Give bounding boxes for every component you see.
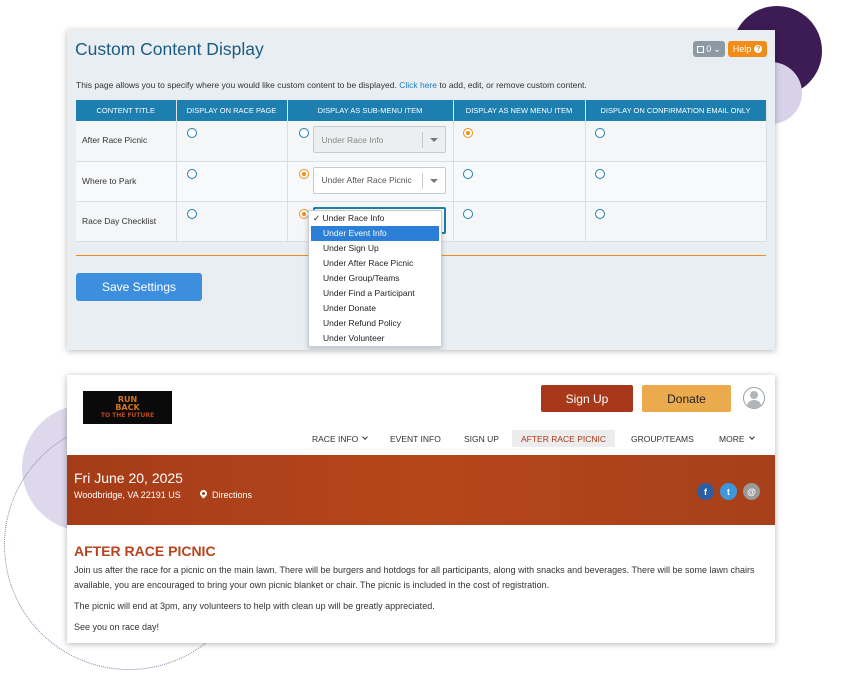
- intro-rest: to add, edit, or remove custom content.: [439, 80, 587, 90]
- directions-link[interactable]: Directions: [212, 490, 252, 500]
- logo-line: TO THE FUTURE: [100, 412, 155, 419]
- chevron-down-icon: [748, 434, 755, 440]
- dropdown-option[interactable]: Under Volunteer: [309, 331, 441, 346]
- dropdown-option[interactable]: Under Find a Participant: [309, 286, 441, 301]
- submenu-dropdown-list: ✓ Under Race Info Under Event Info Under…: [308, 210, 442, 347]
- nav-label: SIGN UP: [464, 433, 499, 444]
- dropdown-option-checked[interactable]: ✓ Under Race Info: [309, 211, 441, 226]
- save-settings-button[interactable]: Save Settings: [76, 273, 202, 301]
- submenu-select[interactable]: Under Race Info: [312, 126, 446, 153]
- confirmation-email-radio[interactable]: [594, 208, 605, 219]
- new-menu-radio[interactable]: [462, 208, 473, 219]
- column-header: DISPLAY AS SUB-MENU ITEM: [287, 100, 454, 121]
- nav-event-info[interactable]: EVENT INFO: [390, 430, 441, 447]
- race-page-radio[interactable]: [186, 208, 197, 219]
- dropdown-option[interactable]: Under Donate: [309, 301, 441, 316]
- column-header: DISPLAY ON CONFIRMATION EMAIL ONLY: [585, 100, 767, 121]
- nav-group-teams[interactable]: GROUP/TEAMS: [631, 430, 694, 447]
- content-count-button[interactable]: 0 ⌄: [693, 41, 725, 57]
- event-location: Woodbridge, VA 22191 US: [74, 490, 181, 500]
- page-title: Custom Content Display: [75, 39, 264, 59]
- confirmation-email-radio[interactable]: [594, 128, 605, 138]
- nav-label: RACE INFO: [312, 433, 359, 444]
- dropdown-option[interactable]: Under After Race Picnic: [309, 256, 441, 271]
- submenu-radio[interactable]: [298, 128, 309, 138]
- email-icon[interactable]: @: [743, 483, 760, 500]
- list-icon: [697, 45, 705, 53]
- race-logo[interactable]: RUN BACK TO THE FUTURE: [83, 391, 172, 424]
- intro-text: This page allows you to specify where yo…: [76, 80, 587, 90]
- table-row: After Race Picnic Under Race Info: [76, 121, 767, 162]
- map-pin-icon: [198, 488, 209, 499]
- submenu-radio[interactable]: [298, 168, 309, 179]
- dropdown-option[interactable]: Under Group/Teams: [309, 271, 441, 286]
- custom-content-admin-panel: Custom Content Display 0 ⌄ Help ? This p…: [67, 30, 775, 350]
- new-menu-radio[interactable]: [462, 128, 473, 138]
- column-header: CONTENT TITLE: [76, 100, 177, 121]
- help-button[interactable]: Help ?: [728, 41, 767, 57]
- event-date: Fri June 20, 2025: [74, 470, 183, 486]
- nav-race-info[interactable]: RACE INFO: [312, 430, 369, 447]
- logo-line: BACK: [115, 403, 140, 412]
- new-menu-radio[interactable]: [462, 168, 473, 179]
- content-title-cell: Race Day Checklist: [76, 201, 177, 242]
- click-here-link[interactable]: Click here: [399, 80, 437, 90]
- nav-after-race-picnic[interactable]: AFTER RACE PICNIC: [512, 430, 616, 447]
- race-page-radio[interactable]: [186, 168, 197, 179]
- chevron-down-icon: [429, 138, 438, 142]
- event-banner: Fri June 20, 2025 Woodbridge, VA 22191 U…: [67, 455, 775, 525]
- content-paragraph: The picnic will end at 3pm, any voluntee…: [74, 601, 435, 611]
- table-header-row: CONTENT TITLE DISPLAY ON RACE PAGE DISPL…: [76, 100, 767, 121]
- nav-label: EVENT INFO: [390, 433, 441, 444]
- submenu-radio[interactable]: [298, 208, 309, 219]
- table-row: Where to Park Under After Race Picnic: [76, 161, 767, 202]
- confirmation-email-radio[interactable]: [594, 168, 605, 179]
- race-site-preview: RUN BACK TO THE FUTURE Sign Up Donate RA…: [67, 375, 775, 643]
- chevron-down-icon: [429, 178, 438, 183]
- help-label: Help: [732, 44, 752, 54]
- race-page-radio[interactable]: [186, 128, 197, 138]
- twitter-icon[interactable]: t: [720, 483, 737, 500]
- chevron-down-icon: [362, 434, 369, 440]
- nav-label: AFTER RACE PICNIC: [521, 433, 607, 444]
- user-avatar-icon[interactable]: [743, 387, 765, 409]
- nav-more[interactable]: MORE: [719, 430, 755, 447]
- content-title-cell: After Race Picnic: [76, 121, 177, 162]
- nav-label: MORE: [719, 433, 745, 444]
- submenu-select-value: Under Race Info: [321, 134, 384, 145]
- submenu-select-value: Under After Race Picnic: [321, 175, 412, 185]
- content-paragraph: See you on race day!: [74, 622, 160, 632]
- nav-sign-up[interactable]: SIGN UP: [464, 430, 499, 447]
- donate-button[interactable]: Donate: [642, 385, 731, 412]
- sign-up-button[interactable]: Sign Up: [541, 385, 633, 412]
- facebook-icon[interactable]: f: [697, 483, 714, 500]
- content-paragraph: Join us after the race for a picnic on t…: [74, 565, 755, 590]
- content-title-cell: Where to Park: [76, 161, 177, 202]
- chevron-down-icon: ⌄: [713, 43, 721, 54]
- content-heading: AFTER RACE PICNIC: [74, 543, 216, 559]
- dropdown-option[interactable]: Under Sign Up: [309, 241, 441, 256]
- column-header: DISPLAY ON RACE PAGE: [176, 100, 288, 121]
- dropdown-option-highlighted[interactable]: Under Event Info: [311, 226, 439, 241]
- nav-label: GROUP/TEAMS: [631, 433, 694, 444]
- select-separator: [421, 172, 423, 189]
- column-header: DISPLAY AS NEW MENU ITEM: [453, 100, 586, 121]
- content-count-label: 0: [706, 44, 712, 54]
- question-icon: ?: [754, 45, 763, 53]
- dropdown-option[interactable]: Under Refund Policy: [309, 316, 441, 331]
- intro-main: This page allows you to specify where yo…: [76, 80, 397, 90]
- submenu-select[interactable]: Under After Race Picnic: [312, 166, 446, 194]
- select-separator: [421, 132, 423, 148]
